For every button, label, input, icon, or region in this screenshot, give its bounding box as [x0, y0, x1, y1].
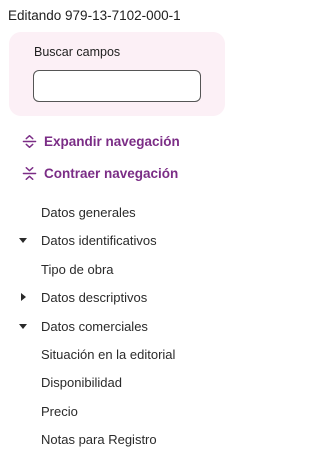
tree-item-datos-identificativos[interactable]: Datos identificativos — [16, 230, 157, 250]
search-input[interactable] — [33, 70, 201, 102]
collapse-navigation-button[interactable]: Contraer navegación — [22, 166, 178, 181]
tree-item-datos-generales[interactable]: Datos generales — [41, 202, 136, 222]
collapse-navigation-label: Contraer navegación — [44, 166, 179, 181]
expand-icon — [22, 134, 37, 149]
tree-item-label: Datos comerciales — [41, 318, 148, 334]
search-fields-box: Buscar campos — [9, 32, 225, 116]
tree-item-situacion-en-la-editorial[interactable]: Situación en la editorial — [41, 344, 175, 364]
caret-down-icon[interactable] — [16, 234, 29, 247]
tree-item-notas-para-registro[interactable]: Notas para Registro — [41, 429, 157, 449]
search-label: Buscar campos — [34, 45, 121, 59]
tree-item-label: Situación en la editorial — [41, 346, 176, 362]
tree-item-label: Precio — [41, 403, 78, 419]
tree-item-precio[interactable]: Precio — [41, 401, 78, 421]
tree-item-datos-descriptivos[interactable]: Datos descriptivos — [16, 287, 147, 307]
tree-item-disponibilidad[interactable]: Disponibilidad — [41, 372, 122, 392]
tree-item-label: Datos descriptivos — [41, 289, 148, 305]
page-title: Editando 979-13-7102-000-1 — [8, 8, 181, 23]
caret-down-icon[interactable] — [16, 320, 29, 333]
expand-navigation-button[interactable]: Expandir navegación — [22, 134, 180, 149]
field-navigation-panel: Editando 979-13-7102-000-1 Buscar campos… — [0, 0, 237, 467]
tree-item-label: Tipo de obra — [41, 261, 114, 277]
tree-item-label: Notas para Registro — [41, 431, 157, 447]
tree-item-datos-comerciales[interactable]: Datos comerciales — [16, 316, 148, 336]
tree-item-label: Datos generales — [41, 204, 136, 220]
expand-navigation-label: Expandir navegación — [44, 134, 180, 149]
tree-item-label: Disponibilidad — [41, 374, 122, 390]
collapse-icon — [22, 166, 37, 181]
caret-right-icon[interactable] — [16, 291, 29, 304]
tree-item-tipo-de-obra[interactable]: Tipo de obra — [41, 259, 114, 279]
tree-item-label: Datos identificativos — [41, 232, 157, 248]
